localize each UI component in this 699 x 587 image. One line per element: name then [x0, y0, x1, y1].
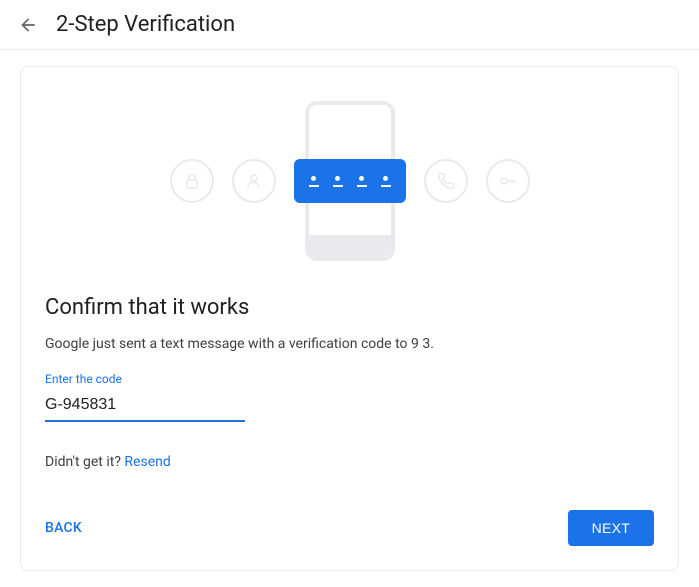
page-header: 2-Step Verification [0, 0, 699, 50]
code-input-group: Enter the code [45, 372, 245, 422]
icon-row [170, 159, 530, 203]
resend-link[interactable]: Resend [124, 454, 170, 470]
resend-row: Didn't get it? Resend [45, 454, 654, 470]
person-icon [232, 159, 276, 203]
code-input-label: Enter the code [45, 372, 245, 386]
lock-icon [170, 159, 214, 203]
confirm-heading: Confirm that it works [45, 295, 654, 320]
description-text: Google just sent a text message with a v… [45, 336, 654, 352]
code-badge-icon [294, 159, 406, 203]
page-title: 2-Step Verification [56, 12, 235, 37]
code-input[interactable] [45, 390, 245, 422]
illustration [45, 91, 654, 271]
resend-prompt: Didn't get it? [45, 454, 124, 470]
next-button[interactable]: NEXT [568, 510, 654, 546]
key-icon [486, 159, 530, 203]
phone-call-icon [424, 159, 468, 203]
back-arrow-icon[interactable] [16, 13, 40, 37]
button-row: BACK NEXT [45, 510, 654, 546]
back-button[interactable]: BACK [45, 512, 82, 544]
verification-card: Confirm that it works Google just sent a… [20, 66, 679, 571]
